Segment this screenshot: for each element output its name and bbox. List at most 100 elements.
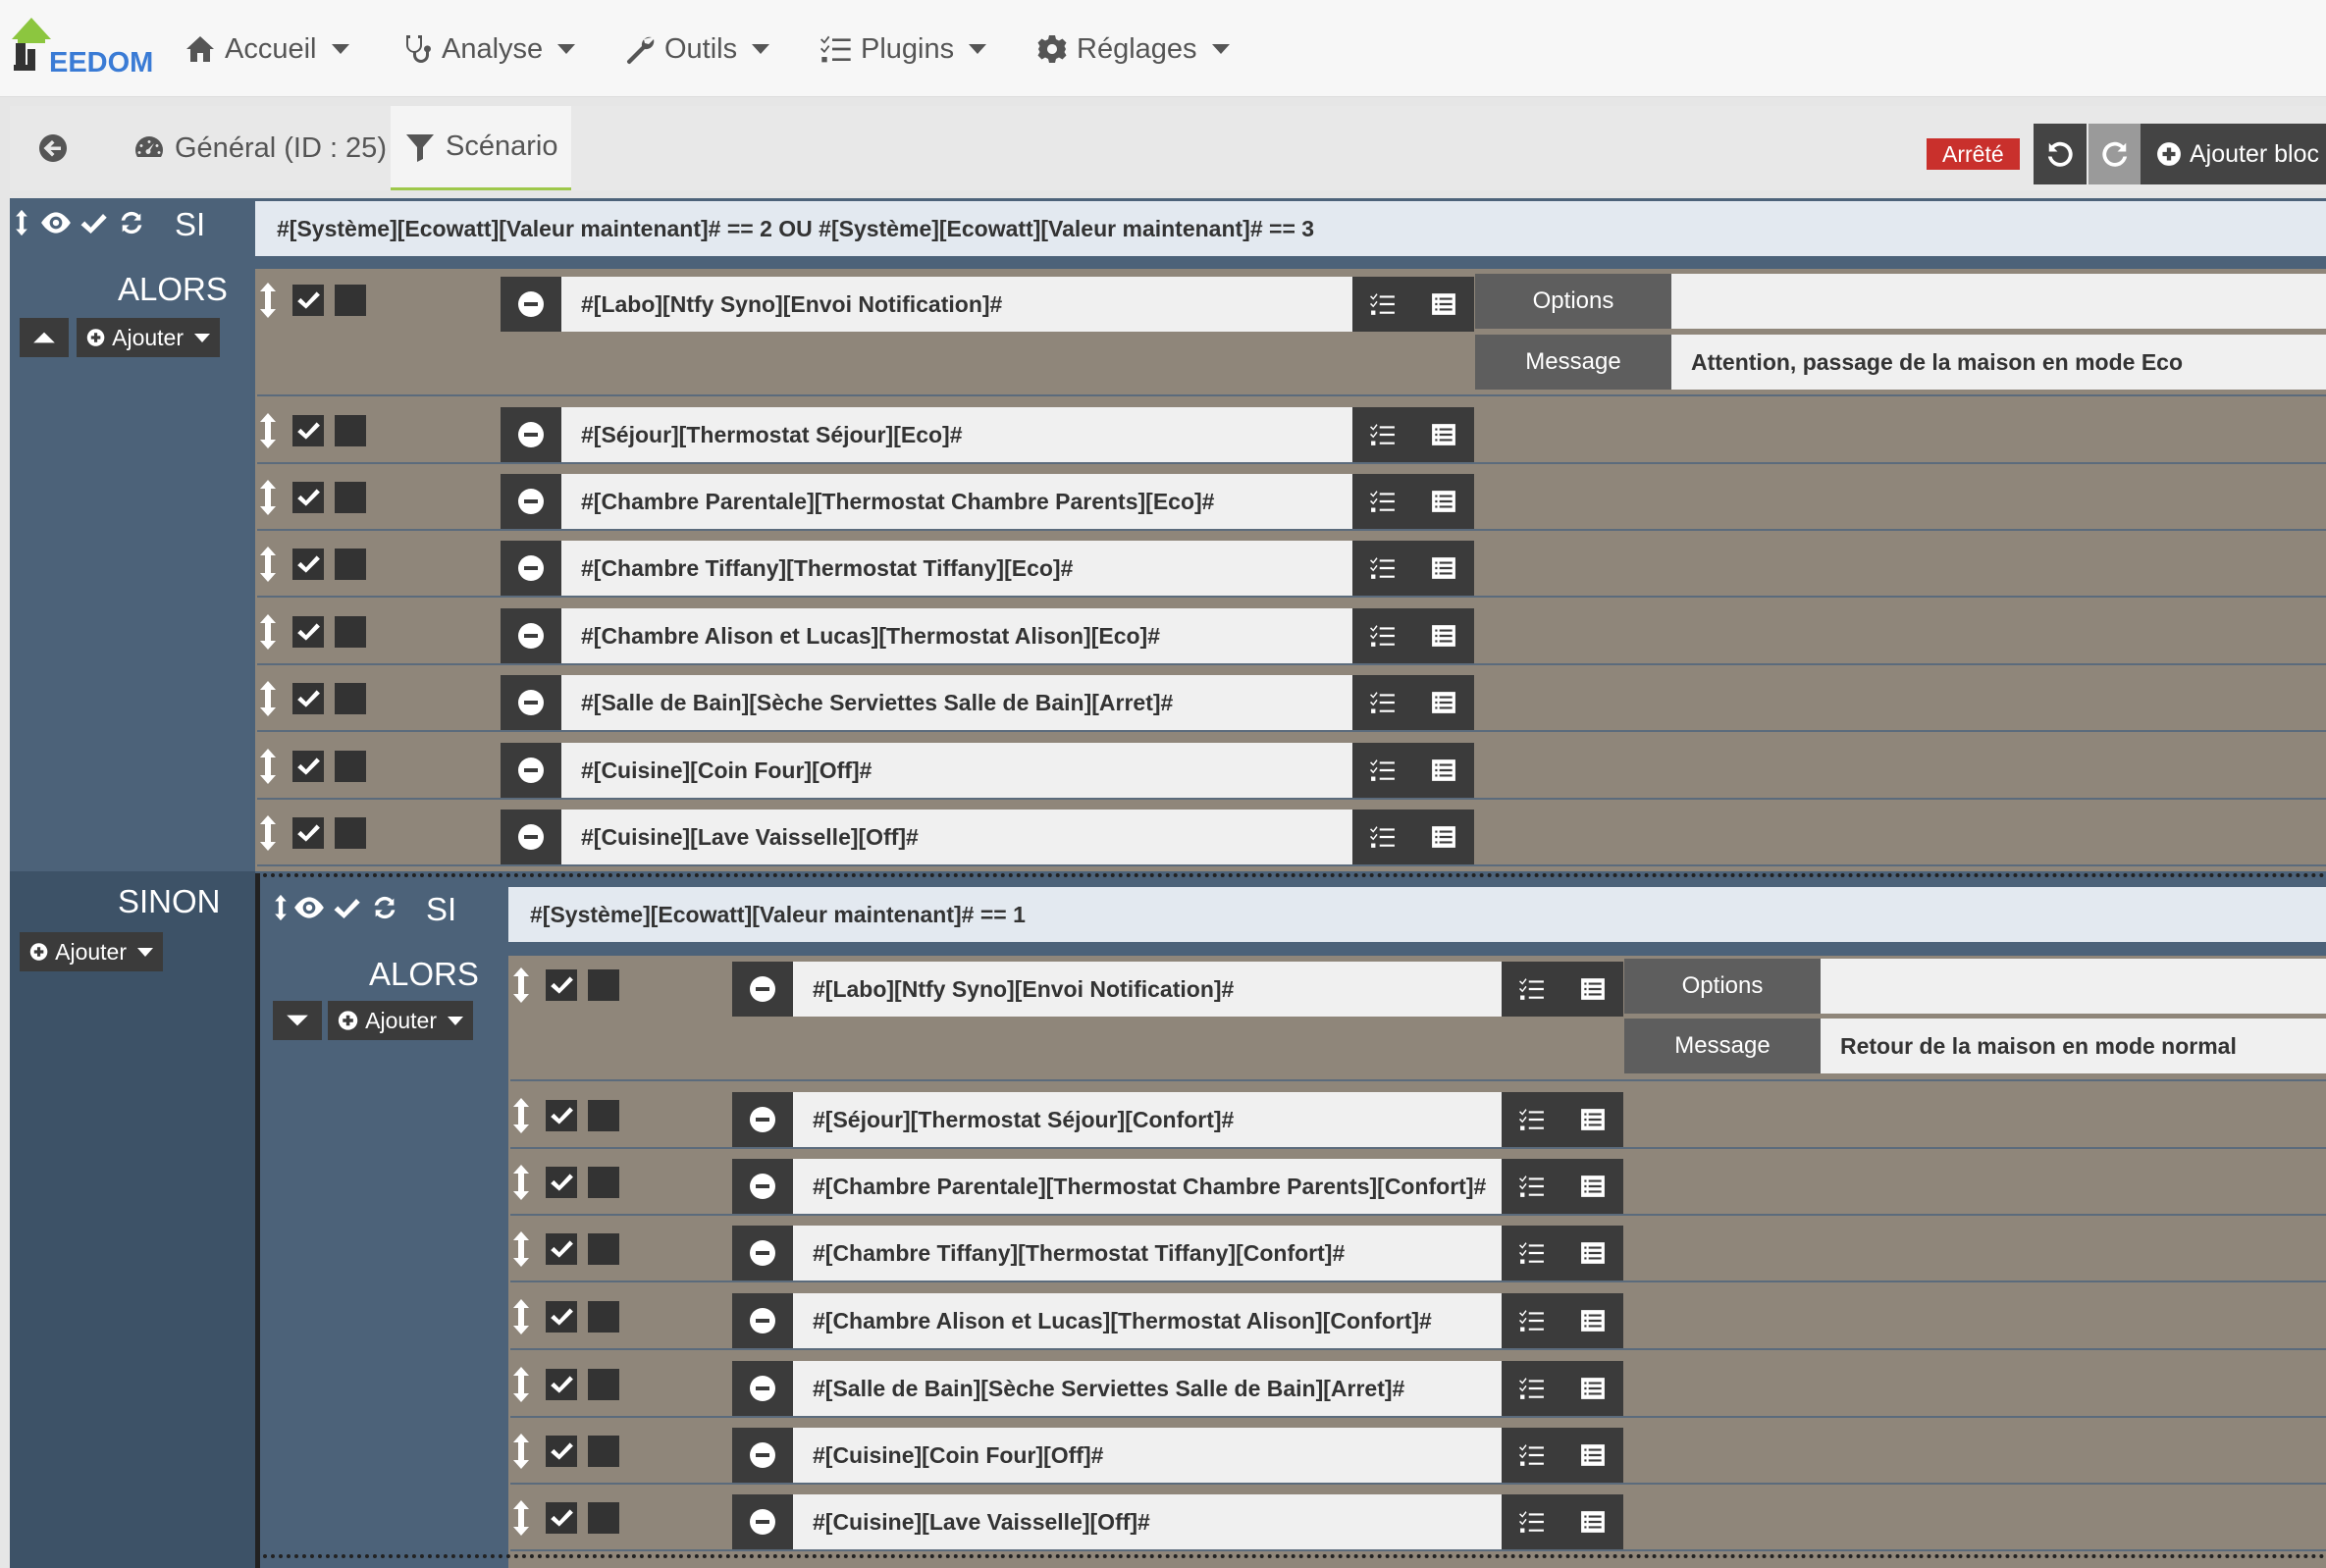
list-alt-icon[interactable] [1431,489,1456,514]
remove-action-button[interactable] [732,1428,793,1483]
tasks-icon[interactable] [1370,758,1396,783]
list-alt-icon[interactable] [1580,1308,1606,1333]
drag-handle[interactable] [510,1165,532,1200]
action-enable-checkbox[interactable] [292,683,324,714]
action-enable-checkbox[interactable] [546,1301,577,1333]
block1-add-button[interactable]: Ajouter [77,318,220,357]
list-alt-icon[interactable] [1580,1376,1606,1401]
action-command-input[interactable]: #[Séjour][Thermostat Séjour][Confort]# [793,1092,1502,1147]
action-enable-checkbox[interactable] [546,1233,577,1265]
action-command-input[interactable]: #[Labo][Ntfy Syno][Envoi Notification]# [793,962,1502,1017]
action-enable-checkbox[interactable] [292,415,324,446]
drag-handle[interactable] [510,1367,532,1402]
action-enable-checkbox[interactable] [546,1369,577,1400]
action-parallel-checkbox[interactable] [588,1502,619,1534]
action-command-input[interactable]: #[Chambre Parentale][Thermostat Chambre … [793,1159,1502,1214]
jeedom-logo[interactable]: EEDOM [10,14,153,78]
undo-button[interactable] [2034,124,2087,184]
list-alt-icon[interactable] [1580,1442,1606,1468]
nav-plugins[interactable]: Plugins [820,29,987,69]
block1-repeat-toggle[interactable] [118,209,145,241]
action-parallel-checkbox[interactable] [335,549,366,580]
block2-repeat-toggle[interactable] [371,894,398,926]
drag-handle[interactable] [257,283,279,318]
nav-analyse[interactable]: Analyse [401,29,576,69]
action-parallel-checkbox[interactable] [335,482,366,513]
action-parallel-checkbox[interactable] [588,1301,619,1333]
list-alt-icon[interactable] [1580,1240,1606,1266]
remove-action-button[interactable] [501,277,561,332]
block1-options-label[interactable]: Options [1475,274,1671,329]
list-alt-icon[interactable] [1431,422,1456,447]
action-parallel-checkbox[interactable] [335,683,366,714]
action-command-input[interactable]: #[Cuisine][Lave Vaisselle][Off]# [561,810,1352,864]
action-parallel-checkbox[interactable] [335,285,366,316]
block2-condition-input[interactable]: #[Système][Ecowatt][Valeur maintenant]# … [508,887,2326,942]
list-alt-icon[interactable] [1431,623,1456,649]
block2-enable-checkbox[interactable] [332,894,361,928]
action-command-input[interactable]: #[Chambre Tiffany][Thermostat Tiffany][C… [793,1226,1502,1281]
block2-options-label[interactable]: Options [1624,959,1821,1014]
remove-action-button[interactable] [732,962,793,1017]
block2-options-field[interactable] [1821,959,2326,1014]
action-command-input[interactable]: #[Chambre Alison et Lucas][Thermostat Al… [561,608,1352,663]
remove-action-button[interactable] [501,743,561,798]
drag-handle[interactable] [510,1434,532,1469]
action-command-input[interactable]: #[Labo][Ntfy Syno][Envoi Notification]# [561,277,1352,332]
action-parallel-checkbox[interactable] [335,415,366,446]
tasks-icon[interactable] [1519,976,1545,1002]
remove-action-button[interactable] [732,1361,793,1416]
nav-outils[interactable]: Outils [624,29,770,69]
action-command-input[interactable]: #[Chambre Parentale][Thermostat Chambre … [561,474,1352,529]
action-command-input[interactable]: #[Cuisine][Coin Four][Off]# [561,743,1352,798]
tasks-icon[interactable] [1519,1174,1545,1199]
action-parallel-checkbox[interactable] [588,1167,619,1198]
tasks-icon[interactable] [1519,1376,1545,1401]
tasks-icon[interactable] [1519,1107,1545,1132]
action-command-input[interactable]: #[Cuisine][Coin Four][Off]# [793,1428,1502,1483]
block2-expand-button[interactable] [273,1001,322,1040]
action-enable-checkbox[interactable] [546,1167,577,1198]
action-parallel-checkbox[interactable] [335,817,366,849]
action-enable-checkbox[interactable] [546,1502,577,1534]
tasks-icon[interactable] [1370,623,1396,649]
block2-message-input[interactable]: Retour de la maison en mode normal [1821,1019,2326,1073]
remove-action-button[interactable] [732,1226,793,1281]
remove-action-button[interactable] [501,810,561,864]
action-enable-checkbox[interactable] [546,1100,577,1131]
tasks-icon[interactable] [1519,1509,1545,1535]
tasks-icon[interactable] [1370,824,1396,850]
tasks-icon[interactable] [1370,690,1396,715]
drag-handle[interactable] [257,614,279,650]
tasks-icon[interactable] [1519,1442,1545,1468]
list-alt-icon[interactable] [1580,1509,1606,1535]
redo-button[interactable] [2088,124,2141,184]
action-enable-checkbox[interactable] [292,285,324,316]
action-parallel-checkbox[interactable] [335,616,366,648]
remove-action-button[interactable] [501,675,561,730]
list-alt-icon[interactable] [1580,1174,1606,1199]
action-command-input[interactable]: #[Chambre Alison et Lucas][Thermostat Al… [793,1293,1502,1348]
remove-action-button[interactable] [732,1494,793,1549]
tasks-icon[interactable] [1519,1240,1545,1266]
list-alt-icon[interactable] [1580,1107,1606,1132]
action-parallel-checkbox[interactable] [588,969,619,1001]
block1-drag-handle[interactable] [14,208,29,242]
nav-reglages[interactable]: Réglages [1036,29,1230,69]
action-parallel-checkbox[interactable] [335,751,366,782]
drag-handle[interactable] [257,480,279,515]
drag-handle[interactable] [510,1299,532,1334]
block1-condition-input[interactable]: #[Système][Ecowatt][Valeur maintenant]# … [255,201,2326,256]
drag-handle[interactable] [510,1500,532,1536]
block2-drag-handle[interactable] [273,893,289,927]
action-enable-checkbox[interactable] [292,817,324,849]
list-alt-icon[interactable] [1431,758,1456,783]
sinon-add-button[interactable]: Ajouter [20,932,163,971]
tab-general[interactable]: Général (ID : 25) [120,106,400,190]
remove-action-button[interactable] [501,474,561,529]
remove-action-button[interactable] [732,1092,793,1147]
back-button[interactable] [24,106,82,190]
action-enable-checkbox[interactable] [292,549,324,580]
block1-collapse-button[interactable] [20,318,69,357]
add-block-button[interactable]: Ajouter bloc [2141,124,2326,184]
